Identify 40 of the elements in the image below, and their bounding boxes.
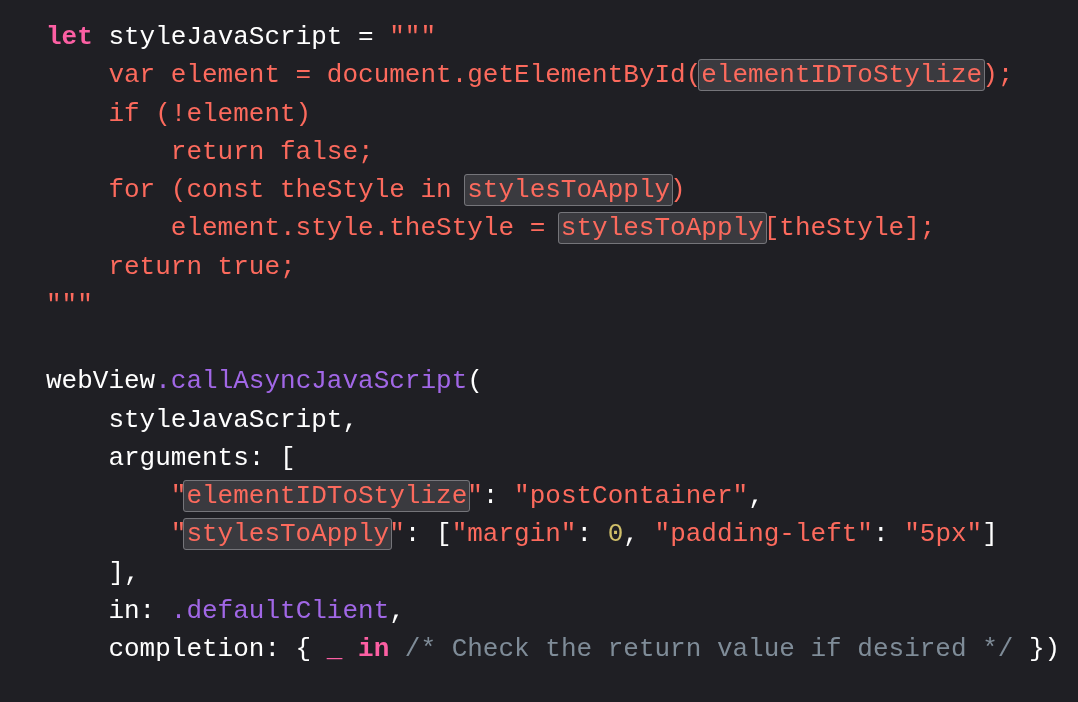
- string-literal: for (const theStyle in: [108, 175, 453, 205]
- code-text: (: [467, 366, 483, 397]
- code-text: ,: [748, 481, 764, 511]
- string-literal: return true;: [108, 251, 296, 282]
- code-text: styleJavaScript =: [107, 22, 375, 52]
- code-text: styleJavaScript,: [108, 404, 359, 435]
- code-text: :: [482, 481, 500, 511]
- code-text: completion: {: [108, 634, 313, 664]
- code-text: ,: [623, 519, 640, 550]
- code-text: ]: [982, 519, 998, 550]
- code-comment: /* Check the return value if desired */: [403, 634, 1014, 664]
- string-literal: element.style.theStyle =: [170, 213, 547, 244]
- highlighted-identifier: stylesToApply: [183, 518, 393, 551]
- highlighted-identifier: elementIDToStylize: [183, 480, 471, 512]
- string-literal: "padding-left": [654, 519, 873, 550]
- string-literal: return false;: [170, 136, 374, 167]
- highlighted-identifier: stylesToApply: [464, 174, 674, 206]
- keyword: _: [326, 634, 343, 664]
- string-literal: "postContainer": [514, 481, 749, 511]
- method-name: .defaultClient: [170, 595, 390, 626]
- code-text: }): [1027, 634, 1061, 664]
- string-literal: "margin": [451, 519, 577, 550]
- code-text: ,: [389, 595, 405, 626]
- code-text: :: [872, 519, 890, 550]
- method-name: .callAsyncJavaScript: [155, 366, 468, 397]
- keyword: let: [46, 22, 93, 52]
- keyword: in: [357, 634, 390, 664]
- string-literal: """: [46, 289, 93, 320]
- string-literal: if (!element): [108, 98, 312, 129]
- highlighted-identifier: stylesToApply: [557, 212, 767, 245]
- code-text: in:: [108, 595, 157, 626]
- code-text: ],: [108, 557, 140, 588]
- code-text: arguments: [: [108, 442, 296, 473]
- code-text: webView: [46, 366, 156, 397]
- code-text: :: [576, 519, 594, 550]
- code-text: : [: [404, 519, 452, 550]
- number-literal: 0: [607, 519, 624, 550]
- string-literal: """: [389, 22, 437, 52]
- highlighted-identifier: elementIDToStylize: [698, 59, 986, 92]
- string-literal: "5px": [904, 519, 983, 550]
